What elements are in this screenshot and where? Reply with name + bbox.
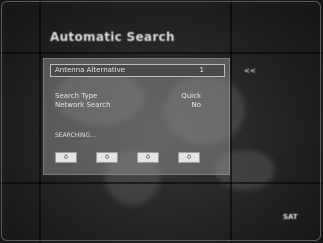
grid-line [230,0,232,243]
tv-screen: Automatic Search Antenna Alternative 1 S… [0,0,323,243]
option-button-2[interactable]: 0 [96,152,118,163]
search-panel: Antenna Alternative 1 Search Type Quick … [43,58,230,175]
network-search-row[interactable]: Network Search No [50,101,225,111]
search-status: SEARCHING... [55,132,96,139]
option-button-1[interactable]: 0 [55,152,77,163]
option-button-4[interactable]: 0 [178,152,200,163]
grid-line [0,52,323,54]
button-row: 0 0 0 0 [55,152,215,164]
grid-line [0,182,323,184]
brand-logo: SAT [283,213,298,221]
option-button-3[interactable]: 0 [137,152,159,163]
page-title: Automatic Search [50,30,175,44]
search-type-label: Search Type [55,92,98,100]
network-search-label: Network Search [55,101,111,109]
side-indicator: << [244,67,256,75]
antenna-alternative-row[interactable]: Antenna Alternative 1 [50,64,225,77]
network-search-value: No [191,101,201,109]
grid-line [39,0,41,243]
search-type-value: Quick [181,92,201,100]
antenna-alternative-label: Antenna Alternative [55,66,126,74]
antenna-alternative-value: 1 [199,66,204,74]
